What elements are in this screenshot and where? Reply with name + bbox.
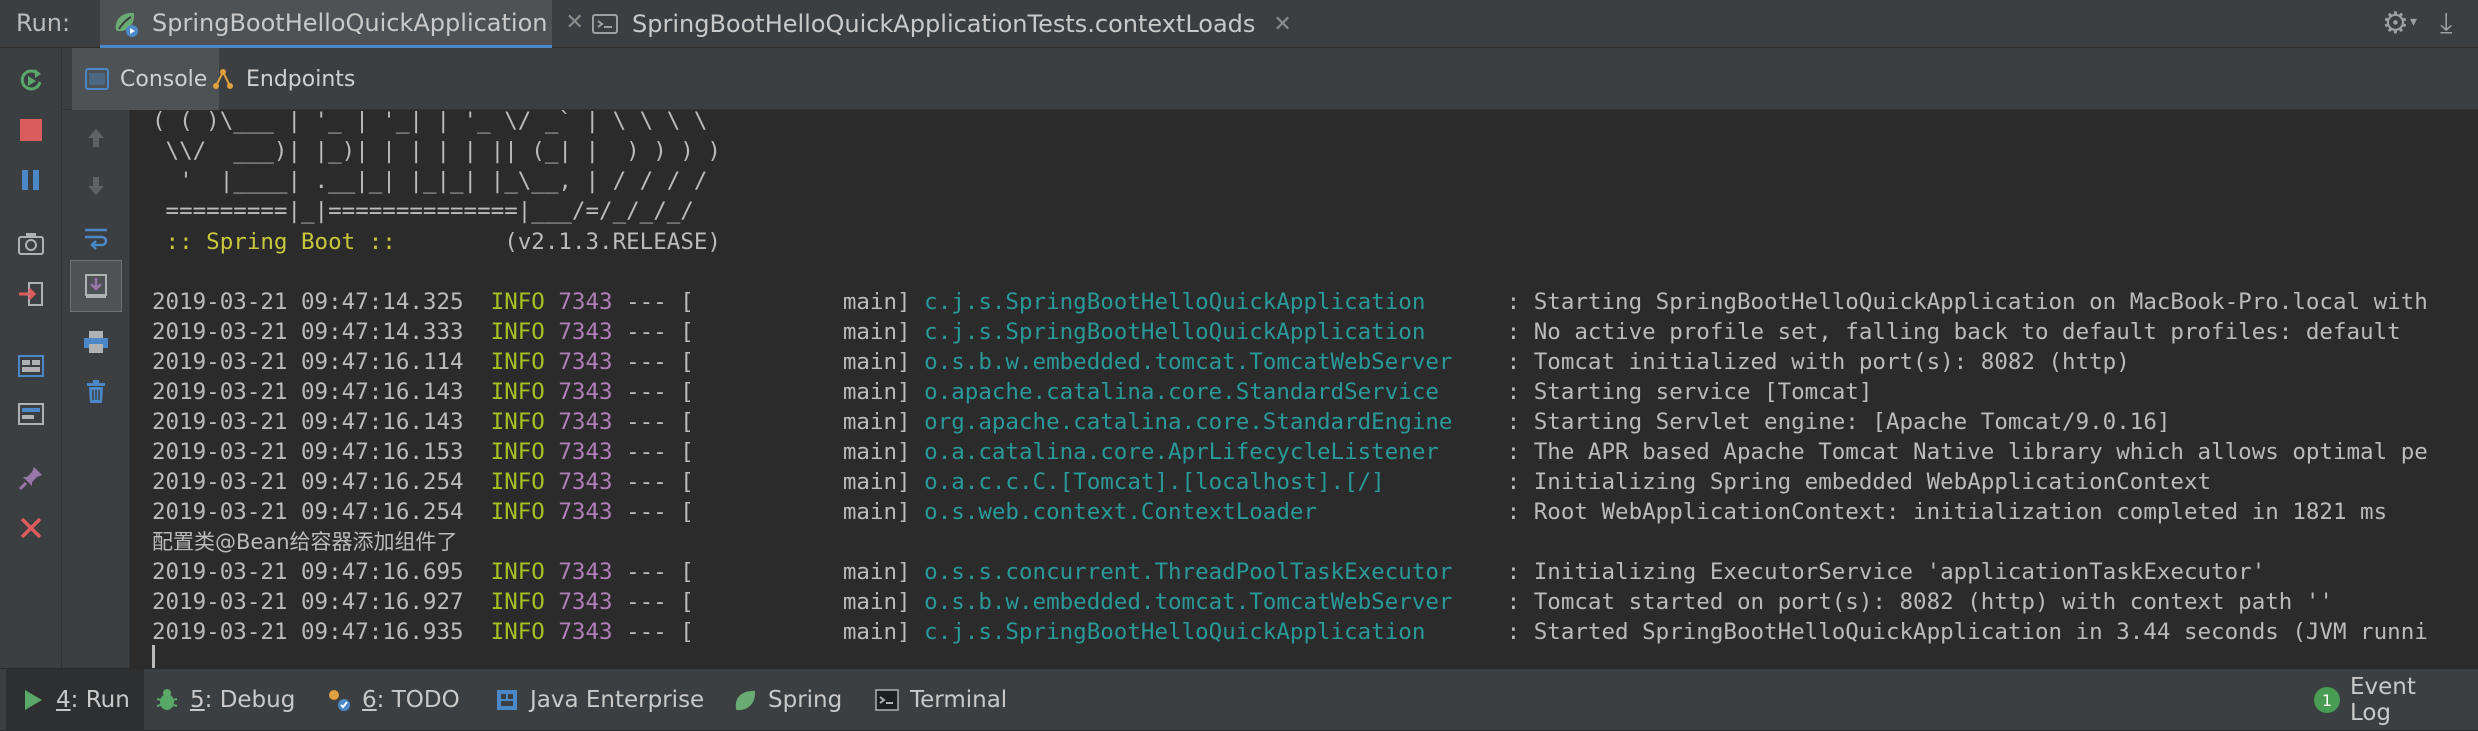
- tab-label: Endpoints: [246, 66, 356, 92]
- log-line: 2019-03-21 09:47:16.153 INFO 7343 --- [ …: [152, 439, 2428, 465]
- tab-label: SpringBootHelloQuickApplicationTests.con…: [632, 10, 1256, 38]
- todo-icon: [326, 687, 352, 713]
- close-icon[interactable]: [11, 508, 51, 548]
- tool-tab-debug[interactable]: 5: Debug: [140, 669, 309, 731]
- log-line: 2019-03-21 09:47:16.254 INFO 7343 --- [ …: [152, 499, 2388, 525]
- log-line: 2019-03-21 09:47:16.143 INFO 7343 --- [ …: [152, 379, 1873, 405]
- arrow-down-icon[interactable]: [76, 166, 116, 206]
- tab-label: Console: [120, 66, 208, 92]
- endpoints-icon: [210, 66, 236, 92]
- tab-label: SpringBootHelloQuickApplication: [152, 8, 548, 37]
- settings-layout-icon[interactable]: [11, 394, 51, 434]
- rerun-icon[interactable]: [11, 60, 51, 100]
- spring-boot-label: :: Spring Boot ::: [152, 229, 410, 255]
- run-triangle-icon: [20, 687, 46, 713]
- console-actions-toolbar: [62, 110, 130, 668]
- console-output[interactable]: ( ( )\___ | '_ | '_| | '_ \/ _` | \ \ \ …: [130, 110, 2478, 668]
- bug-icon: [154, 687, 180, 713]
- settings-gear-icon[interactable]: ⚙: [2382, 6, 2409, 41]
- layout-icon[interactable]: [11, 346, 51, 386]
- spring-leaf-icon: [732, 687, 758, 713]
- arrow-up-icon[interactable]: [76, 118, 116, 158]
- terminal-icon: [874, 687, 900, 713]
- log-line: 2019-03-21 09:47:16.114 INFO 7343 --- [ …: [152, 349, 2130, 375]
- tab-context-loads-test[interactable]: SpringBootHelloQuickApplicationTests.con…: [590, 0, 1292, 48]
- log-line: 2019-03-21 09:47:16.254 INFO 7343 --- [ …: [152, 469, 2212, 495]
- stop-icon[interactable]: [11, 110, 51, 150]
- soft-wrap-icon[interactable]: [76, 218, 116, 258]
- run-label: Run:: [16, 9, 71, 37]
- exit-login-icon[interactable]: [11, 274, 51, 314]
- camera-dump-icon[interactable]: [11, 224, 51, 264]
- chevron-down-icon[interactable]: ▾: [2410, 14, 2417, 30]
- print-icon[interactable]: [76, 322, 116, 362]
- event-log-badge: 1: [2314, 687, 2340, 713]
- ascii-banner-line: ( ( )\___ | '_ | '_| | '_ \/ _` | \ \ \ …: [152, 110, 708, 134]
- spring-boot-version: (v2.1.3.RELEASE): [409, 229, 721, 255]
- tool-tab-java-enterprise[interactable]: Java Enterprise: [480, 669, 718, 731]
- plain-output-line: 配置类@Bean给容器添加组件了: [152, 530, 458, 554]
- tool-tab-spring[interactable]: Spring: [718, 669, 856, 731]
- scroll-to-end-toggle[interactable]: [70, 260, 122, 312]
- java-enterprise-icon: [494, 687, 520, 713]
- log-line: 2019-03-21 09:47:14.333 INFO 7343 --- [ …: [152, 319, 2401, 345]
- spring-boot-run-icon: [110, 8, 140, 38]
- pin-icon[interactable]: [11, 458, 51, 498]
- ascii-banner-line: \\/ ___)| |_)| | | | | || (_| | ) ) ) ): [152, 138, 721, 164]
- pause-icon[interactable]: [11, 160, 51, 200]
- test-config-icon: [590, 9, 620, 39]
- tab-endpoints[interactable]: Endpoints: [198, 48, 367, 110]
- trash-icon[interactable]: [76, 372, 116, 412]
- ascii-banner-line: ' |____| .__|_| |_|_| |_\__, | / / / /: [152, 168, 708, 194]
- run-tool-window-header: Run: SpringBootHelloQuickApplication ✕ S…: [0, 0, 2478, 48]
- text-cursor: [152, 645, 155, 668]
- tool-window-bar: 4: Run 5: Debug 6: TODO Java Enterprise …: [0, 668, 2478, 731]
- log-line: 2019-03-21 09:47:16.695 INFO 7343 --- [ …: [152, 559, 2266, 585]
- tab-springboot-app[interactable]: SpringBootHelloQuickApplication ✕: [100, 0, 584, 48]
- tool-tab-terminal[interactable]: Terminal: [860, 669, 1021, 731]
- tool-tab-event-log[interactable]: 1 Event Log: [2300, 669, 2478, 731]
- tool-tab-todo[interactable]: 6: TODO: [312, 669, 474, 731]
- log-line: 2019-03-21 09:47:16.935 INFO 7343 --- [ …: [152, 619, 2428, 645]
- log-line: 2019-03-21 09:47:16.927 INFO 7343 --- [ …: [152, 589, 2333, 615]
- console-icon: [84, 66, 110, 92]
- hide-panel-icon[interactable]: ⤓: [2440, 6, 2452, 40]
- run-actions-toolbar: [0, 48, 62, 668]
- spring-boot-version-line: :: Spring Boot :: (v2.1.3.RELEASE): [152, 227, 721, 257]
- tool-tab-run[interactable]: 4: Run: [6, 669, 144, 731]
- console-subtabs: Console Endpoints: [62, 48, 2478, 110]
- close-icon[interactable]: ✕: [1273, 12, 1291, 37]
- close-icon[interactable]: ✕: [565, 10, 583, 35]
- ascii-banner-line: =========|_|==============|___/=/_/_/_/: [152, 198, 694, 224]
- log-line: 2019-03-21 09:47:16.143 INFO 7343 --- [ …: [152, 409, 2171, 435]
- log-line: 2019-03-21 09:47:14.325 INFO 7343 --- [ …: [152, 289, 2428, 315]
